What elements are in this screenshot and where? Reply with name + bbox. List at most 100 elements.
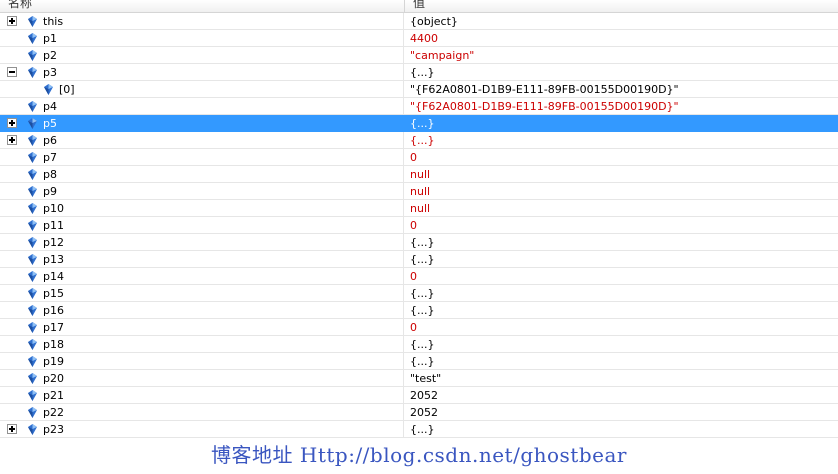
value-cell[interactable]: {...}	[404, 251, 838, 268]
value-cell[interactable]: {...}	[404, 132, 838, 149]
property-icon	[28, 322, 37, 333]
name-cell[interactable]: p17	[0, 319, 404, 336]
watch-row[interactable]: p12 {...}	[0, 234, 838, 251]
name-cell[interactable]: p19	[0, 353, 404, 370]
watch-row[interactable]: p6 {...}	[0, 132, 838, 149]
column-header: 名称 值	[0, 0, 838, 13]
value-cell[interactable]: {...}	[404, 353, 838, 370]
name-cell[interactable]: p23	[0, 421, 404, 438]
watch-row[interactable]: p1 4400	[0, 30, 838, 47]
name-cell[interactable]: [0]	[0, 81, 404, 98]
expand-plus-icon[interactable]	[7, 424, 17, 434]
variable-name: p11	[43, 219, 64, 232]
value-cell[interactable]: "{F62A0801-D1B9-E111-89FB-00155D00190D}"	[404, 98, 838, 115]
watch-row[interactable]: p9 null	[0, 183, 838, 200]
name-cell[interactable]: p3	[0, 64, 404, 81]
name-cell[interactable]: p13	[0, 251, 404, 268]
property-icon	[28, 50, 37, 61]
value-cell[interactable]: null	[404, 200, 838, 217]
value-cell[interactable]: 2052	[404, 404, 838, 421]
name-cell[interactable]: p5	[0, 115, 404, 132]
watch-row[interactable]: this {object}	[0, 13, 838, 30]
variable-value: null	[410, 202, 431, 215]
name-cell[interactable]: p18	[0, 336, 404, 353]
watch-row[interactable]: p13 {...}	[0, 251, 838, 268]
value-cell[interactable]: {object}	[404, 13, 838, 30]
property-icon	[28, 237, 37, 248]
watch-row[interactable]: p11 0	[0, 217, 838, 234]
watch-row[interactable]: p21 2052	[0, 387, 838, 404]
name-cell[interactable]: p15	[0, 285, 404, 302]
watch-row[interactable]: p19 {...}	[0, 353, 838, 370]
expand-plus-icon[interactable]	[7, 16, 17, 26]
value-cell[interactable]: null	[404, 183, 838, 200]
name-cell[interactable]: p9	[0, 183, 404, 200]
name-cell[interactable]: p12	[0, 234, 404, 251]
watch-row[interactable]: p8 null	[0, 166, 838, 183]
watch-row[interactable]: p20 "test"	[0, 370, 838, 387]
variable-value: 0	[410, 219, 417, 232]
value-cell[interactable]: {...}	[404, 421, 838, 438]
variable-value: "test"	[410, 372, 442, 385]
watch-row[interactable]: p16 {...}	[0, 302, 838, 319]
watch-row[interactable]: p3 {...}	[0, 64, 838, 81]
watch-row[interactable]: p4 "{F62A0801-D1B9-E111-89FB-00155D00190D…	[0, 98, 838, 115]
watch-row[interactable]: p5 {...}	[0, 115, 838, 132]
name-cell[interactable]: p6	[0, 132, 404, 149]
name-cell[interactable]: p22	[0, 404, 404, 421]
value-cell[interactable]: null	[404, 166, 838, 183]
collapse-minus-icon[interactable]	[7, 67, 17, 77]
name-cell[interactable]: p14	[0, 268, 404, 285]
value-cell[interactable]: {...}	[404, 285, 838, 302]
value-cell[interactable]: 4400	[404, 30, 838, 47]
value-cell[interactable]: {...}	[404, 115, 838, 132]
watch-row[interactable]: p7 0	[0, 149, 838, 166]
value-cell[interactable]: 0	[404, 268, 838, 285]
value-cell[interactable]: {...}	[404, 302, 838, 319]
variable-name: p15	[43, 287, 64, 300]
name-cell[interactable]: p11	[0, 217, 404, 234]
value-cell[interactable]: "test"	[404, 370, 838, 387]
expand-plus-icon[interactable]	[7, 118, 17, 128]
variable-name: p10	[43, 202, 64, 215]
name-cell[interactable]: p8	[0, 166, 404, 183]
variable-name: p23	[43, 423, 64, 436]
watch-row[interactable]: p18 {...}	[0, 336, 838, 353]
variable-name: p22	[43, 406, 64, 419]
value-cell[interactable]: {...}	[404, 234, 838, 251]
variable-name: p7	[43, 151, 57, 164]
column-header-value[interactable]: 值	[404, 0, 833, 12]
variable-value: null	[410, 185, 431, 198]
name-cell[interactable]: p4	[0, 98, 404, 115]
watch-row[interactable]: p23 {...}	[0, 421, 838, 438]
variable-name: p18	[43, 338, 64, 351]
name-cell[interactable]: p1	[0, 30, 404, 47]
watch-row[interactable]: p14 0	[0, 268, 838, 285]
name-cell[interactable]: p10	[0, 200, 404, 217]
value-cell[interactable]: 0	[404, 217, 838, 234]
watch-row[interactable]: p17 0	[0, 319, 838, 336]
name-cell[interactable]: p16	[0, 302, 404, 319]
name-cell[interactable]: p20	[0, 370, 404, 387]
property-icon	[28, 101, 37, 112]
value-cell[interactable]: "campaign"	[404, 47, 838, 64]
name-cell[interactable]: p2	[0, 47, 404, 64]
value-cell[interactable]: 0	[404, 149, 838, 166]
value-cell[interactable]: {...}	[404, 64, 838, 81]
column-header-name[interactable]: 名称	[0, 0, 404, 12]
watch-row[interactable]: p2 "campaign"	[0, 47, 838, 64]
value-cell[interactable]: 2052	[404, 387, 838, 404]
watch-row[interactable]: [0] "{F62A0801-D1B9-E111-89FB-00155D00190…	[0, 81, 838, 98]
expand-plus-icon[interactable]	[7, 135, 17, 145]
watch-row[interactable]: p22 2052	[0, 404, 838, 421]
variable-name: p20	[43, 372, 64, 385]
name-cell[interactable]: p21	[0, 387, 404, 404]
watch-row[interactable]: p10 null	[0, 200, 838, 217]
name-cell[interactable]: p7	[0, 149, 404, 166]
value-cell[interactable]: {...}	[404, 336, 838, 353]
watch-row[interactable]: p15 {...}	[0, 285, 838, 302]
variable-value: 2052	[410, 406, 438, 419]
name-cell[interactable]: this	[0, 13, 404, 30]
value-cell[interactable]: "{F62A0801-D1B9-E111-89FB-00155D00190D}"	[404, 81, 838, 98]
value-cell[interactable]: 0	[404, 319, 838, 336]
